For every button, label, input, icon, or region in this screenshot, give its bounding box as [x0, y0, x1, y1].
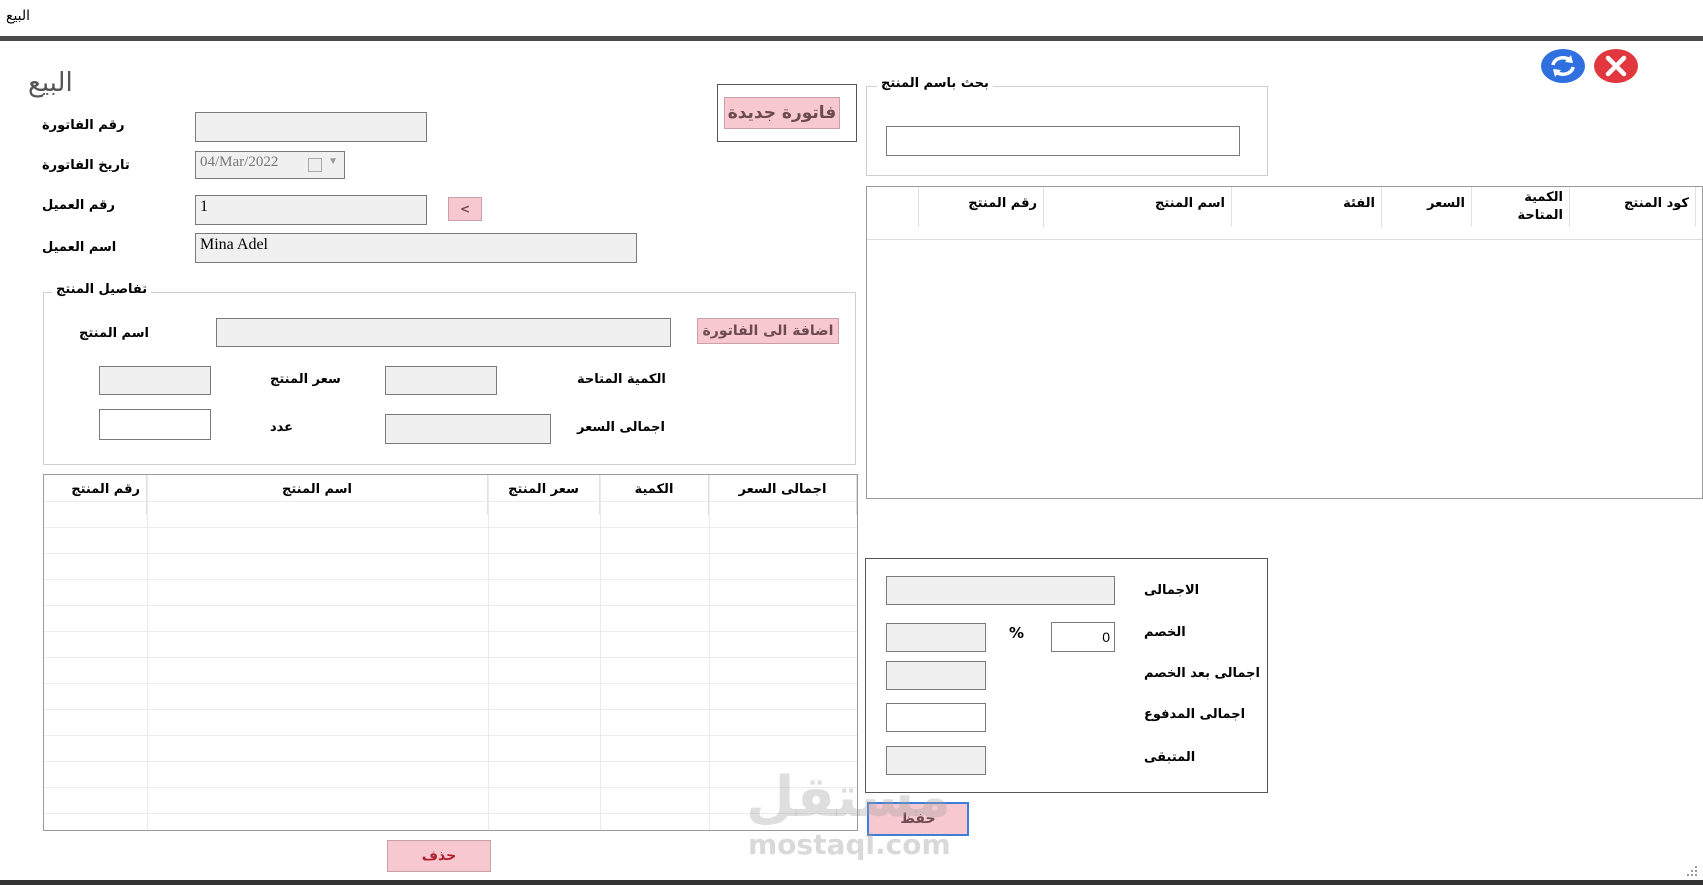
grid-line — [44, 709, 857, 710]
products-col-name[interactable]: اسم المنتج — [1044, 187, 1232, 227]
calendar-icon[interactable] — [308, 158, 322, 172]
invoice-number-field[interactable] — [195, 112, 427, 142]
search-group-title: بحث باسم المنتج — [877, 76, 993, 91]
watermark-latin: mostaql.com — [748, 828, 951, 861]
percent-sign: % — [1009, 624, 1025, 642]
invoice-col-qty[interactable]: الكمية — [600, 475, 709, 515]
grid-line — [709, 475, 710, 830]
grid-line — [44, 527, 857, 528]
grid-line — [44, 501, 857, 502]
delete-button[interactable]: حذف — [387, 840, 491, 872]
products-col-price[interactable]: السعر — [1382, 187, 1472, 227]
customer-pick-button[interactable]: < — [448, 197, 482, 221]
grid-line — [488, 475, 489, 830]
grid-line — [44, 631, 857, 632]
grid-line — [44, 761, 857, 762]
page-title: البيع — [28, 68, 73, 98]
refresh-icon[interactable] — [1540, 48, 1586, 84]
available-qty-field[interactable] — [385, 366, 497, 395]
paid-label: اجمالى المدفوع — [1144, 707, 1246, 722]
grid-line — [147, 475, 148, 830]
product-price-field[interactable] — [99, 366, 211, 395]
titlebar-divider — [0, 36, 1703, 41]
invoice-date-label: تاريخ الفاتورة — [42, 158, 130, 173]
window-title: البيع — [6, 8, 31, 24]
invoice-col-total[interactable]: اجمالى السعر — [709, 475, 857, 515]
product-details-title: تفاصيل المنتج — [52, 282, 152, 297]
discount-label: الخصم — [1144, 625, 1186, 640]
chevron-down-icon[interactable]: ▼ — [328, 156, 338, 167]
products-col-number[interactable]: رقم المنتج — [919, 187, 1044, 227]
grid-line — [44, 605, 857, 606]
grid-line — [44, 553, 857, 554]
invoice-col-number[interactable]: رقم المنتج — [44, 475, 147, 515]
invoice-items-grid[interactable]: رقم المنتج اسم المنتج سعر المنتج الكمية … — [43, 474, 858, 831]
grid-line — [44, 813, 857, 814]
remaining-label: المتبقى — [1144, 750, 1196, 765]
watermark-arabic: مستقل — [746, 765, 951, 830]
available-qty-label: الكمية المتاحة — [577, 372, 666, 387]
grid-line — [600, 475, 601, 830]
invoice-col-name[interactable]: اسم المنتج — [147, 475, 488, 515]
total-field[interactable] — [886, 576, 1115, 605]
products-col-available-qty[interactable]: الكمية المتاحة — [1472, 187, 1570, 227]
invoice-date-value: 04/Mar/2022 — [200, 154, 279, 170]
after-discount-label: اجمالى بعد الخصم — [1144, 666, 1260, 681]
grid-line — [44, 735, 857, 736]
product-price-label: سعر المنتج — [270, 372, 341, 387]
close-icon[interactable] — [1593, 48, 1639, 84]
customer-name-field[interactable]: Mina Adel — [195, 233, 637, 263]
invoice-date-picker[interactable]: 04/Mar/2022 ▼ — [195, 151, 345, 179]
window-bottom-border — [0, 880, 1703, 885]
product-name-field[interactable] — [216, 318, 671, 347]
invoice-col-price[interactable]: سعر المنتج — [488, 475, 600, 515]
grid-line — [44, 683, 857, 684]
paid-field[interactable] — [886, 703, 986, 732]
count-label: عدد — [270, 420, 294, 435]
customer-number-field[interactable]: 1 — [195, 195, 427, 225]
discount-amount-field[interactable] — [886, 623, 986, 652]
discount-percent-field[interactable]: 0 — [1051, 622, 1115, 652]
customer-name-label: اسم العميل — [42, 240, 117, 255]
products-header-divider — [867, 239, 1702, 240]
resize-grip-icon[interactable] — [1684, 862, 1698, 876]
window-titlebar: البيع — [0, 0, 1703, 41]
search-input[interactable] — [886, 126, 1240, 156]
total-price-label: اجمالى السعر — [577, 420, 665, 435]
total-label: الاجمالى — [1144, 583, 1200, 598]
count-field[interactable] — [99, 409, 211, 440]
products-grid[interactable]: رقم المنتج اسم المنتج الفئة السعر الكمية… — [866, 186, 1703, 499]
products-col-category[interactable]: الفئة — [1232, 187, 1382, 227]
grid-line — [44, 657, 857, 658]
products-col-code[interactable]: كود المنتج — [1570, 187, 1696, 227]
after-discount-field[interactable] — [886, 661, 986, 690]
customer-number-label: رقم العميل — [42, 198, 116, 213]
grid-line — [44, 787, 857, 788]
add-to-invoice-button[interactable]: اضافة الى الفاتورة — [697, 318, 839, 344]
new-invoice-button[interactable]: فاتورة جديدة — [724, 97, 840, 129]
grid-line — [44, 579, 857, 580]
product-name-label: اسم المنتج — [79, 326, 149, 341]
products-col-row-header — [867, 187, 919, 227]
invoice-number-label: رقم الفاتورة — [42, 118, 125, 133]
total-price-field[interactable] — [385, 414, 551, 444]
